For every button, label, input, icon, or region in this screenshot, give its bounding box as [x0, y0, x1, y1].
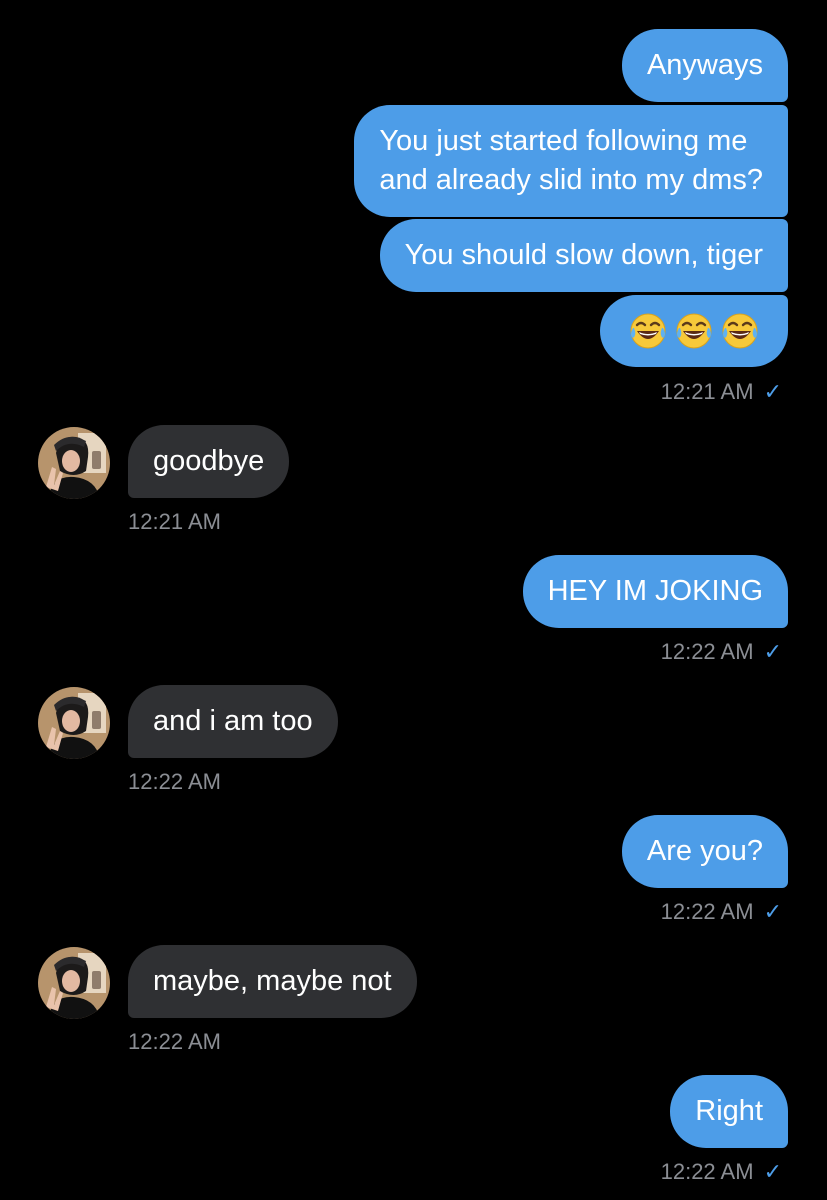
message-row: Are you? [0, 815, 827, 888]
face-with-tears-of-joy-icon [630, 313, 666, 349]
message-timestamp: 12:22 AM ✓ [661, 1159, 782, 1185]
outgoing-message[interactable]: Are you? [621, 815, 788, 888]
message-row: Anyways [0, 29, 827, 102]
timestamp-text: 12:21 AM [660, 379, 754, 404]
avatar[interactable] [38, 687, 110, 759]
message-row: You just started following me and alread… [0, 105, 827, 217]
outgoing-message[interactable]: HEY IM JOKING [522, 555, 788, 628]
message-row: maybe, maybe not [0, 945, 827, 1019]
outgoing-message[interactable]: Anyways [621, 29, 788, 102]
avatar-photo [38, 947, 110, 1019]
avatar-photo [38, 427, 110, 499]
timestamp-text: 12:22 AM [660, 899, 754, 924]
timestamp-text: 12:22 AM [128, 769, 221, 794]
avatar[interactable] [38, 427, 110, 499]
message-row [0, 295, 827, 367]
incoming-message[interactable]: goodbye [128, 425, 290, 498]
face-with-tears-of-joy-icon [676, 313, 712, 349]
read-check-icon: ✓ [763, 1159, 782, 1184]
message-timestamp: 12:21 AM [128, 509, 221, 535]
incoming-message[interactable]: and i am too [128, 685, 338, 758]
message-row: goodbye [0, 425, 827, 499]
incoming-message[interactable]: maybe, maybe not [128, 945, 417, 1018]
timestamp-text: 12:22 AM [660, 639, 754, 664]
read-check-icon: ✓ [763, 899, 782, 924]
message-row: You should slow down, tiger [0, 219, 827, 292]
read-check-icon: ✓ [763, 379, 782, 404]
message-timestamp: 12:22 AM [128, 1029, 221, 1055]
avatar[interactable] [38, 947, 110, 1019]
outgoing-message[interactable]: Right [670, 1075, 788, 1148]
face-with-tears-of-joy-icon [722, 313, 758, 349]
message-timestamp: 12:22 AM [128, 769, 221, 795]
message-line: and already slid into my dms? [379, 164, 763, 196]
read-check-icon: ✓ [763, 639, 782, 664]
message-timestamp: 12:22 AM ✓ [661, 899, 782, 925]
outgoing-message[interactable]: You should slow down, tiger [379, 219, 788, 292]
message-timestamp: 12:21 AM ✓ [661, 379, 782, 405]
message-line: You just started following me [379, 125, 748, 157]
timestamp-text: 12:22 AM [128, 1029, 221, 1054]
timestamp-text: 12:22 AM [660, 1159, 754, 1184]
message-row: Right [0, 1075, 827, 1148]
message-timestamp: 12:22 AM ✓ [661, 639, 782, 665]
outgoing-emoji-message[interactable] [600, 295, 788, 367]
outgoing-message[interactable]: You just started following me and alread… [354, 105, 788, 217]
message-row: HEY IM JOKING [0, 555, 827, 628]
timestamp-text: 12:21 AM [128, 509, 221, 534]
avatar-photo [38, 687, 110, 759]
chat-thread: Anyways You just started following me an… [0, 0, 827, 1200]
message-row: and i am too [0, 685, 827, 759]
